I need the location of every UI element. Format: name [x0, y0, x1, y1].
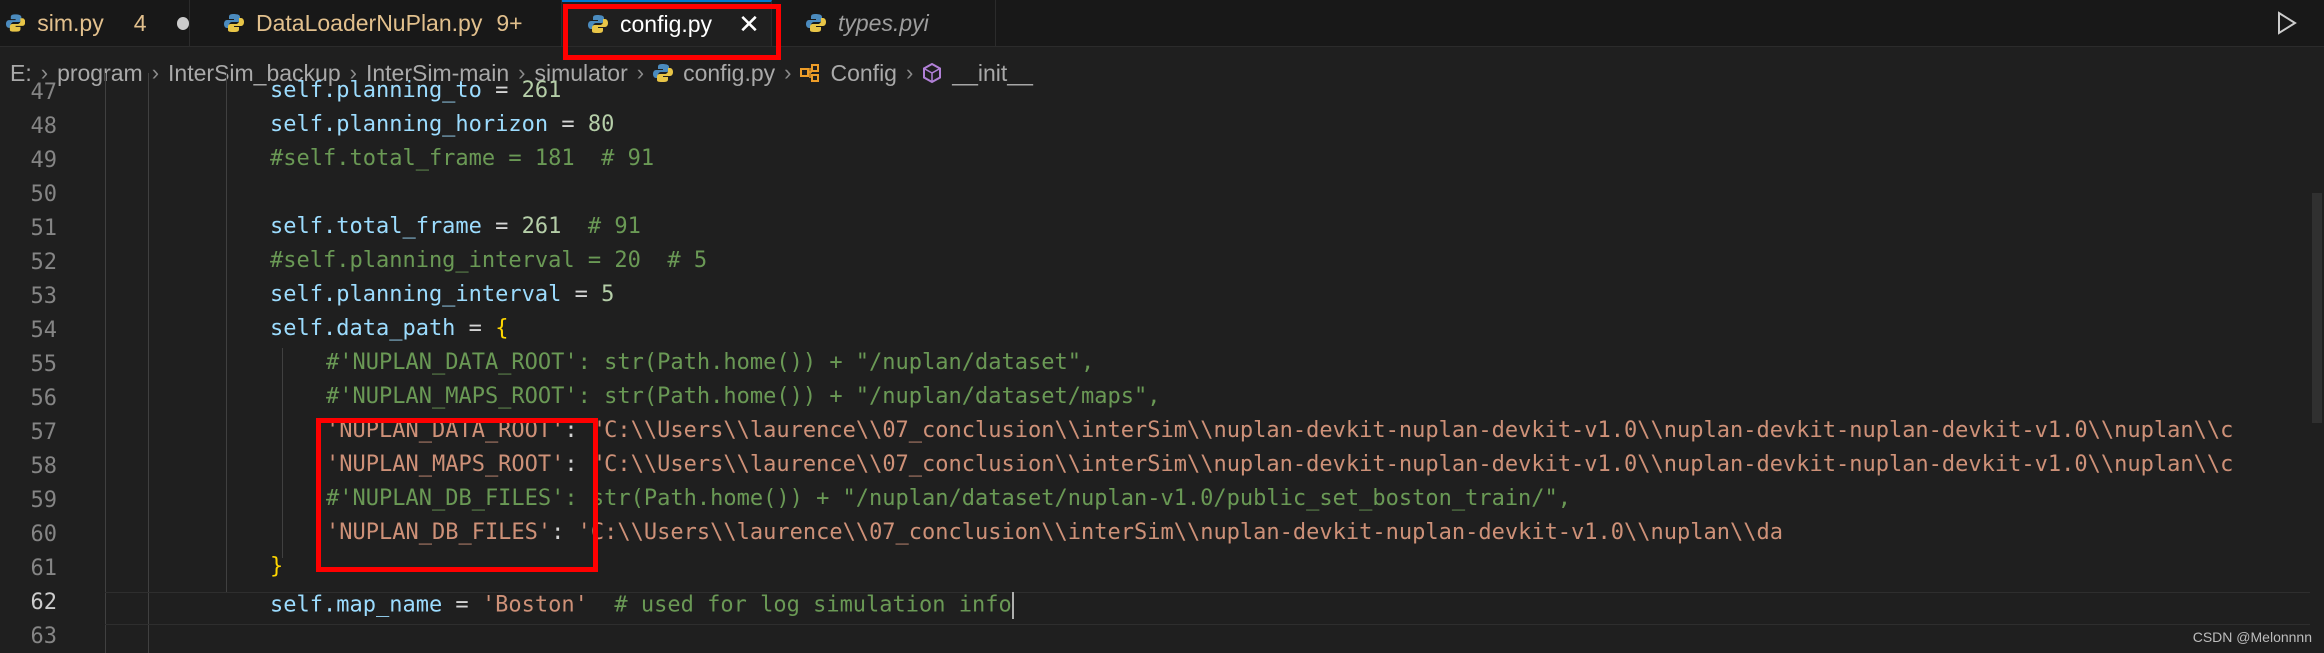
line-number: 55: [30, 352, 58, 377]
code-token: =: [481, 214, 522, 239]
problem-count-badge: 4: [133, 9, 147, 36]
code-comment: # used for log simulation info: [587, 592, 1012, 618]
line-number: 61: [30, 556, 58, 581]
vertical-scrollbar[interactable]: [2310, 73, 2324, 653]
code-comment: #'NUPLAN_DATA_ROOT': str(Path.home()) + …: [326, 350, 1095, 375]
code-token: =: [455, 316, 496, 341]
code-token: }: [270, 554, 284, 579]
code-line-61: }: [270, 554, 283, 579]
breadcrumb-item[interactable]: config.py: [683, 60, 775, 87]
run-icon[interactable]: [2272, 9, 2300, 37]
code-line-52: #self.planning_interval = 20 # 5: [270, 248, 707, 273]
line-number: 49: [30, 148, 58, 173]
code-token: =: [481, 78, 522, 103]
tab-dataloader-nuplan[interactable]: DataLoaderNuPlan.py 9+: [190, 0, 562, 46]
line-number: 53: [30, 284, 58, 309]
chevron-right-icon: ›: [784, 60, 792, 85]
problem-count-badge: 9+: [496, 9, 523, 36]
breadcrumb-item[interactable]: program: [57, 60, 143, 87]
code-string: "C:\\Users\\laurence\\07_conclusion\\int…: [590, 452, 2234, 477]
tab-types-pyi[interactable]: types.pyi: [772, 0, 996, 46]
indent-guide: [148, 73, 149, 653]
code-string: "C:\\Users\\laurence\\07_conclusion\\int…: [590, 418, 2234, 443]
python-file-icon: [6, 14, 26, 32]
code-token: self.map_name: [270, 592, 443, 618]
line-number: 60: [30, 522, 58, 547]
line-number: 63: [30, 624, 58, 649]
scrollbar-thumb[interactable]: [2312, 193, 2322, 423]
chevron-right-icon: ›: [636, 60, 645, 85]
text-cursor: [1011, 592, 1014, 619]
code-line-58: 'NUPLAN_MAPS_ROOT': "C:\\Users\\laurence…: [326, 452, 2233, 477]
code-token: 80: [587, 112, 615, 137]
code-line-62[interactable]: self.map_name = 'Boston' # used for log …: [270, 592, 1014, 619]
python-file-icon: [224, 14, 244, 32]
line-number: 48: [30, 114, 58, 139]
indent-guide: [226, 73, 227, 593]
indent-guide: [282, 348, 283, 558]
code-token: 261: [521, 78, 562, 103]
code-token: self.total_frame: [270, 214, 482, 239]
code-token: =: [561, 282, 602, 307]
line-number: 51: [30, 216, 58, 241]
code-token: self.planning_to: [270, 78, 482, 103]
code-token: self.data_path: [270, 316, 456, 341]
tab-label: types.pyi: [838, 9, 929, 36]
breadcrumb-item[interactable]: __init__: [952, 60, 1033, 87]
tab-bar: sim.py 4 DataLoaderNuPlan.py 9+ config.p…: [0, 0, 2324, 47]
code-line-47: self.planning_to = 261: [270, 78, 561, 103]
line-number: 57: [30, 420, 58, 445]
code-token: =: [442, 592, 482, 618]
watermark: CSDN @Melonnnn: [2192, 629, 2312, 645]
code-string: 'C:\\Users\\laurence\\07_conclusion\\int…: [577, 520, 1783, 545]
code-token: {: [495, 316, 509, 341]
line-number: 56: [30, 386, 58, 411]
line-number: 58: [30, 454, 58, 479]
code-comment: #self.total_frame = 181 # 91: [270, 146, 655, 171]
tab-label: DataLoaderNuPlan.py: [256, 9, 483, 36]
code-line-54: self.data_path = {: [270, 316, 508, 341]
unsaved-dot-icon[interactable]: [176, 16, 189, 30]
line-number: 47: [30, 80, 58, 105]
indent-guide: [105, 73, 106, 653]
code-token: self.planning_interval: [270, 282, 562, 307]
code-string: 'Boston': [481, 592, 588, 618]
class-symbol-icon: [800, 64, 820, 82]
code-line-55: #'NUPLAN_DATA_ROOT': str(Path.home()) + …: [326, 350, 1094, 375]
line-number: 54: [30, 318, 58, 343]
code-comment: #'NUPLAN_MAPS_ROOT': str(Path.home()) + …: [326, 384, 1161, 409]
python-file-icon: [653, 64, 674, 82]
code-line-48: self.planning_horizon = 80: [270, 112, 614, 137]
code-token: =: [548, 112, 588, 137]
code-line-53: self.planning_interval = 5: [270, 282, 614, 307]
code-comment: #self.planning_interval = 20 # 5: [270, 248, 708, 273]
code-token: self.planning_horizon: [270, 112, 549, 137]
method-symbol-icon: [923, 63, 942, 83]
tab-sim-py[interactable]: sim.py 4: [0, 0, 190, 46]
code-line-49: #self.total_frame = 181 # 91: [270, 146, 654, 171]
line-number: 52: [30, 250, 58, 275]
chevron-right-icon: ›: [905, 60, 914, 85]
code-comment: # 91: [561, 214, 641, 239]
code-line-56: #'NUPLAN_MAPS_ROOT': str(Path.home()) + …: [326, 384, 1160, 409]
code-line-51: self.total_frame = 261 # 91: [270, 214, 641, 239]
line-number-active: 62: [30, 590, 58, 615]
line-number: 50: [30, 182, 58, 207]
code-token: 5: [601, 282, 615, 307]
code-token: 261: [521, 214, 562, 239]
code-line-57: 'NUPLAN_DATA_ROOT': "C:\\Users\\laurence…: [326, 418, 2233, 443]
breadcrumb-item[interactable]: Config: [830, 60, 896, 87]
highlight-box-tab: [563, 4, 781, 60]
python-file-icon: [806, 14, 826, 32]
highlight-box-keys: [316, 418, 598, 572]
tab-label: sim.py: [37, 9, 104, 36]
chevron-right-icon: ›: [151, 60, 160, 85]
line-number: 59: [30, 488, 58, 513]
